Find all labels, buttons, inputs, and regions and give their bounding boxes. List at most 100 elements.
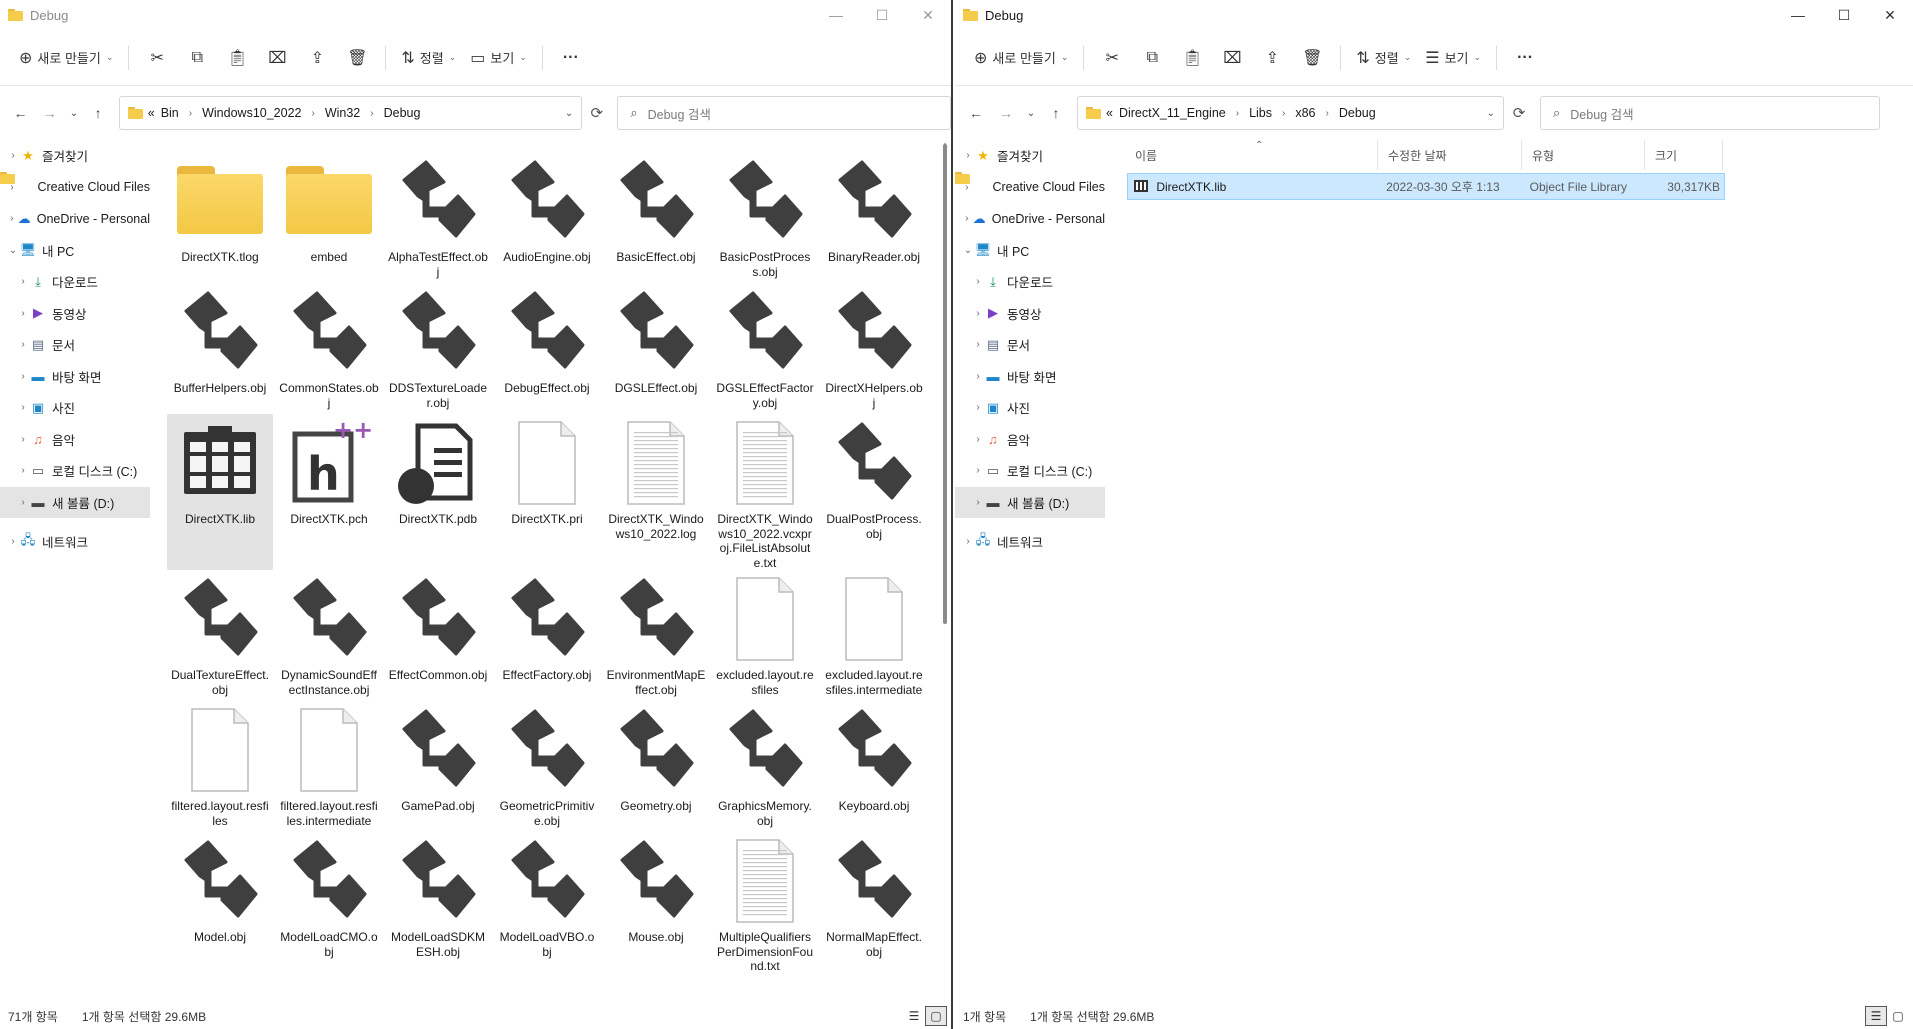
details-view-button[interactable]: ☰ (1865, 1006, 1887, 1026)
delete-button[interactable]: 🗑︎ (337, 42, 377, 74)
paste-button[interactable]: 📋︎ (217, 42, 257, 74)
breadcrumb-bin[interactable]: Bin (161, 106, 179, 120)
file-tile[interactable]: Geometry.obj (603, 701, 709, 832)
file-tile[interactable]: EffectCommon.obj (385, 570, 491, 701)
new-button[interactable]: ⊕ 새로 만들기 ⌄ (12, 42, 120, 74)
nav-desktop[interactable]: › ▬ 바탕 화면 (0, 361, 150, 393)
chevron-down-icon[interactable]: ⌄ (961, 245, 975, 256)
breadcrumb-win32[interactable]: Win32 (325, 106, 360, 120)
file-tile[interactable]: BinaryReader.obj (821, 152, 927, 283)
chevron-right-icon[interactable]: › (971, 434, 985, 445)
file-tile[interactable]: excluded.layout.resfiles.intermediate (821, 570, 927, 701)
address-bar[interactable]: « DirectX_11_Engine › Libs › x86 › Debug… (1077, 96, 1504, 130)
title-bar[interactable]: Debug — ☐ ✕ (0, 0, 951, 30)
nav-pictures[interactable]: › ▣ 사진 (955, 392, 1105, 424)
rename-button[interactable]: ⌧ (257, 42, 297, 74)
nav-this-pc[interactable]: ⌄ 🖥︎ 내 PC (955, 235, 1105, 267)
breadcrumb-libs[interactable]: Libs (1249, 106, 1272, 120)
file-tile[interactable]: filtered.layout.resfiles.intermediate (276, 701, 382, 832)
maximize-button[interactable]: ☐ (1821, 0, 1867, 30)
chevron-right-icon[interactable]: › (16, 308, 30, 319)
nav-creative-cloud[interactable]: › Creative Cloud Files (0, 172, 150, 204)
chevron-right-icon[interactable]: › (16, 497, 30, 508)
cut-button[interactable]: ✂ (1092, 42, 1132, 74)
nav-network[interactable]: › 🖧︎ 네트워크 (955, 526, 1105, 558)
file-tile[interactable]: DGSLEffectFactory.obj (712, 283, 818, 414)
cut-button[interactable]: ✂ (137, 42, 177, 74)
forward-button[interactable]: → (35, 98, 64, 128)
address-overflow[interactable]: « (148, 106, 155, 120)
file-tile[interactable]: BufferHelpers.obj (167, 283, 273, 414)
maximize-button[interactable]: ☐ (859, 0, 905, 30)
delete-button[interactable]: 🗑︎ (1292, 42, 1332, 74)
file-tile[interactable]: excluded.layout.resfiles (712, 570, 818, 701)
chevron-right-icon[interactable]: › (1236, 108, 1239, 119)
nav-local-disk[interactable]: › ▭ 로컬 디스크 (C:) (0, 455, 150, 487)
breadcrumb-directx-11-engine[interactable]: DirectX_11_Engine (1119, 106, 1226, 120)
column-header-size[interactable]: 크기 (1645, 140, 1723, 170)
chevron-right-icon[interactable]: › (961, 536, 975, 547)
file-tile[interactable]: DirectXHelpers.obj (821, 283, 927, 414)
chevron-right-icon[interactable]: › (6, 213, 18, 224)
share-button[interactable]: ⇪ (1252, 42, 1292, 74)
back-button[interactable]: ← (6, 98, 35, 128)
minimize-button[interactable]: — (813, 0, 859, 30)
file-tile[interactable]: Model.obj (167, 832, 273, 974)
file-tile[interactable]: CommonStates.obj (276, 283, 382, 414)
details-view-button[interactable]: ☰ (903, 1006, 925, 1026)
nav-network[interactable]: › 🖧︎ 네트워크 (0, 526, 150, 558)
chevron-right-icon[interactable]: › (971, 276, 985, 287)
more-options-button[interactable]: ··· (1505, 42, 1545, 74)
close-button[interactable]: ✕ (1867, 0, 1913, 30)
nav-music[interactable]: › ♫ 음악 (955, 424, 1105, 456)
address-bar[interactable]: « Bin › Windows10_2022 › Win32 › Debug ⌄ (118, 96, 583, 130)
chevron-right-icon[interactable]: › (6, 150, 20, 161)
table-row[interactable]: DirectXTK.lib 2022-03-30 오후 1:13 Object … (1127, 173, 1725, 200)
chevron-right-icon[interactable]: › (971, 402, 985, 413)
chevron-right-icon[interactable]: › (1326, 108, 1329, 119)
nav-music[interactable]: › ♫ 음악 (0, 424, 150, 456)
file-tile[interactable]: ModelLoadVBO.obj (494, 832, 600, 974)
file-tile[interactable]: GamePad.obj (385, 701, 491, 832)
up-button[interactable]: ↑ (84, 98, 113, 128)
up-button[interactable]: ↑ (1041, 98, 1071, 128)
nav-quick-access[interactable]: › ★ 즐겨찾기 (955, 140, 1105, 172)
chevron-right-icon[interactable]: › (16, 339, 30, 350)
file-tile[interactable]: MultipleQualifiersPerDimensionFound.txt (712, 832, 818, 974)
file-tile[interactable]: DGSLEffect.obj (603, 283, 709, 414)
file-tile[interactable]: DirectXTK.pdb (385, 414, 491, 570)
file-tile[interactable]: DirectXTK_Windows10_2022.vcxproj.FileLis… (712, 414, 818, 570)
minimize-button[interactable]: — (1775, 0, 1821, 30)
rename-button[interactable]: ⌧ (1212, 42, 1252, 74)
chevron-right-icon[interactable]: › (961, 213, 973, 224)
file-tile[interactable]: BasicEffect.obj (603, 152, 709, 283)
view-button[interactable]: ☰ 보기 ⌄ (1418, 42, 1488, 74)
file-tile[interactable]: NormalMapEffect.obj (821, 832, 927, 974)
file-tile[interactable]: AudioEngine.obj (494, 152, 600, 283)
chevron-down-icon[interactable]: ⌄ (6, 245, 20, 256)
copy-button[interactable]: ⧉ (1132, 42, 1172, 74)
breadcrumb-debug[interactable]: Debug (384, 106, 421, 120)
file-tile[interactable]: DebugEffect.obj (494, 283, 600, 414)
chevron-right-icon[interactable]: › (16, 276, 30, 287)
file-tile[interactable]: Mouse.obj (603, 832, 709, 974)
chevron-right-icon[interactable]: › (1282, 108, 1285, 119)
file-tile[interactable]: filtered.layout.resfiles (167, 701, 273, 832)
file-tile[interactable]: ModelLoadCMO.obj (276, 832, 382, 974)
chevron-right-icon[interactable]: › (16, 465, 30, 476)
more-options-button[interactable]: ··· (551, 42, 591, 74)
nav-creative-cloud[interactable]: › Creative Cloud Files (955, 172, 1105, 204)
vertical-scrollbar[interactable] (943, 144, 947, 624)
chevron-right-icon[interactable]: › (311, 108, 314, 119)
file-tile[interactable]: DirectXTK_Windows10_2022.log (603, 414, 709, 570)
paste-button[interactable]: 📋︎ (1172, 42, 1212, 74)
large-icons-view-button[interactable]: ▢ (925, 1006, 947, 1026)
file-tile[interactable]: DirectXTK.tlog (167, 152, 273, 283)
sort-button[interactable]: ⇅ 정렬 ⌄ (1349, 42, 1418, 74)
nav-downloads[interactable]: › ⤓ 다운로드 (0, 266, 150, 298)
chevron-right-icon[interactable]: › (16, 371, 30, 382)
nav-videos[interactable]: › ▶ 동영상 (0, 298, 150, 330)
chevron-right-icon[interactable]: › (971, 308, 985, 319)
nav-onedrive[interactable]: › ☁ OneDrive - Personal (955, 203, 1105, 235)
file-tile[interactable]: GraphicsMemory.obj (712, 701, 818, 832)
